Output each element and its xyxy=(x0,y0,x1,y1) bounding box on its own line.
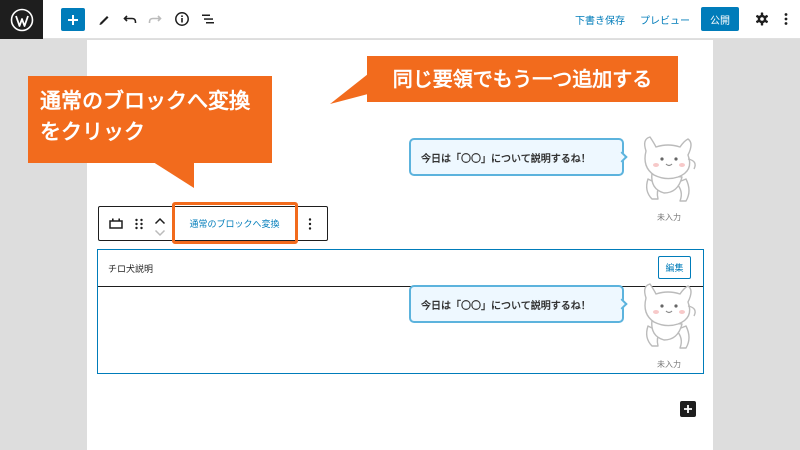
more-vertical-icon xyxy=(784,13,788,25)
callout-pointer xyxy=(330,74,368,104)
chevron-down-icon xyxy=(154,229,166,237)
wordpress-logo-button[interactable] xyxy=(0,0,43,39)
block-type-button[interactable] xyxy=(107,216,125,232)
reusable-block-icon xyxy=(109,218,123,229)
add-block-inline-button[interactable] xyxy=(680,401,696,417)
drag-handle-icon xyxy=(135,218,143,230)
tools-button[interactable] xyxy=(92,7,116,31)
speech-bubble-text: 今日は「〇〇」について説明するね！ xyxy=(421,153,591,165)
editor-top-toolbar: 下書き保存 プレビュー 公開 xyxy=(0,0,800,39)
undo-icon xyxy=(123,15,137,23)
reusable-block-title: チロ犬説明 xyxy=(108,265,154,275)
dog-avatar-icon xyxy=(643,136,696,202)
block-options-button[interactable] xyxy=(302,216,318,232)
plus-icon xyxy=(684,405,692,413)
speech-bubble[interactable]: 今日は「〇〇」について説明するね！ xyxy=(409,285,624,323)
avatar-name: 未入力 xyxy=(657,360,681,369)
pencil-icon xyxy=(99,16,109,25)
more-options-button[interactable] xyxy=(774,7,798,31)
highlight-frame xyxy=(172,202,298,244)
save-draft-button[interactable]: 下書き保存 xyxy=(575,12,625,27)
redo-button[interactable] xyxy=(143,7,167,31)
instruction-callout: 通常のブロックへ変換 をクリック xyxy=(28,76,272,163)
list-view-icon xyxy=(202,14,214,24)
edit-button[interactable]: 編集 xyxy=(658,256,691,279)
publish-button[interactable]: 公開 xyxy=(701,7,739,31)
move-down-button[interactable] xyxy=(153,224,167,237)
plus-icon xyxy=(68,14,78,25)
dog-avatar-icon xyxy=(643,283,696,349)
add-block-button[interactable] xyxy=(61,8,85,31)
avatar-name: 未入力 xyxy=(657,213,681,222)
info-icon xyxy=(175,12,189,26)
speech-bubble-text: 今日は「〇〇」について説明するね！ xyxy=(421,300,591,312)
speech-bubble[interactable]: 今日は「〇〇」について説明するね！ xyxy=(409,138,624,176)
instruction-line-1: 通常のブロックへ変換 xyxy=(40,89,250,113)
preview-button[interactable]: プレビュー xyxy=(640,12,690,27)
reusable-block-header: チロ犬説明 編集 xyxy=(98,250,703,287)
details-button[interactable] xyxy=(170,7,194,31)
move-up-button[interactable] xyxy=(153,212,167,225)
instruction-line-2: をクリック xyxy=(40,120,145,144)
redo-icon xyxy=(148,15,162,23)
gear-icon xyxy=(755,12,769,26)
list-view-button[interactable] xyxy=(196,7,220,31)
drag-handle[interactable] xyxy=(132,216,146,232)
wordpress-icon xyxy=(10,8,33,31)
settings-button[interactable] xyxy=(750,7,774,31)
hint-callout: 同じ要領でもう一つ追加する xyxy=(367,56,678,102)
callout-pointer xyxy=(150,160,194,188)
undo-button[interactable] xyxy=(118,7,142,31)
more-vertical-icon xyxy=(308,218,312,230)
